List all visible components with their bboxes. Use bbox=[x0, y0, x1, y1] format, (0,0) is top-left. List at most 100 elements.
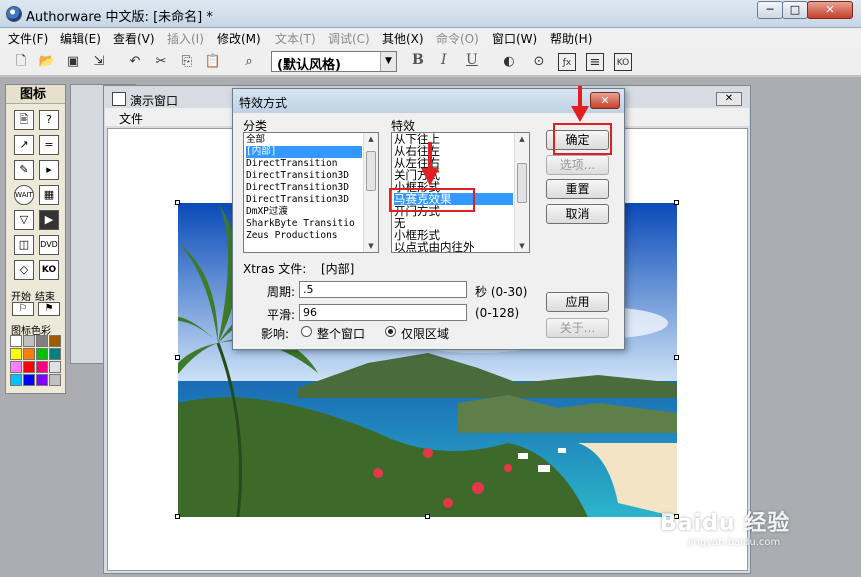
italic-button[interactable]: I bbox=[441, 52, 447, 68]
color-swatch[interactable] bbox=[10, 348, 22, 360]
list-item[interactable]: Zeus Productions bbox=[246, 230, 362, 242]
list-item[interactable]: DirectTransition3D bbox=[246, 182, 362, 194]
list-item[interactable]: DmXP过渡 bbox=[246, 206, 362, 218]
start-flag-icon[interactable]: ⚐ bbox=[12, 302, 34, 316]
scroll-down-icon[interactable]: ▼ bbox=[515, 240, 529, 252]
paste-icon[interactable]: 📋 bbox=[204, 53, 222, 71]
save-all-icon[interactable]: ▣ bbox=[64, 53, 82, 71]
variables-icon[interactable]: ≡ bbox=[586, 53, 604, 71]
copy-icon[interactable]: ⎘ bbox=[178, 53, 196, 71]
new-file-icon[interactable]: 🗋 bbox=[12, 53, 30, 71]
style-select[interactable]: (默认风格) ▼ bbox=[271, 51, 397, 73]
radio-area-only[interactable] bbox=[385, 326, 396, 337]
menu-insert[interactable]: 插入(I) bbox=[167, 30, 204, 47]
framework-icon[interactable]: ▦ bbox=[39, 185, 59, 205]
import-icon[interactable]: ⇲ bbox=[90, 53, 108, 71]
motion-icon[interactable]: ↗ bbox=[14, 135, 34, 155]
find-icon[interactable]: ⌕ bbox=[240, 53, 258, 71]
function-icon[interactable]: ƒx bbox=[558, 53, 576, 71]
calculation-icon[interactable]: = bbox=[39, 135, 59, 155]
color-swatch[interactable] bbox=[49, 361, 61, 373]
effect-scrollbar[interactable]: ▲ ▼ bbox=[514, 133, 529, 252]
resize-handle[interactable] bbox=[175, 514, 180, 519]
about-button[interactable]: 关于... bbox=[546, 318, 609, 338]
menu-debug[interactable]: 调试(C) bbox=[328, 30, 370, 47]
scroll-thumb[interactable] bbox=[517, 163, 527, 203]
control-panel-icon[interactable]: ⊙ bbox=[530, 53, 548, 71]
underline-button[interactable]: U bbox=[466, 52, 478, 68]
interaction-icon[interactable]: ? bbox=[39, 110, 59, 130]
list-item[interactable]: DirectTransition bbox=[246, 158, 362, 170]
map-icon[interactable]: ◫ bbox=[14, 235, 34, 255]
restart-icon[interactable]: ◐ bbox=[500, 53, 518, 71]
menu-text[interactable]: 文本(T) bbox=[275, 30, 316, 47]
navigate-icon[interactable]: ▸ bbox=[39, 160, 59, 180]
resize-handle[interactable] bbox=[674, 200, 679, 205]
menu-command[interactable]: 命令(O) bbox=[436, 30, 479, 47]
wait-icon[interactable]: WAIT bbox=[14, 185, 34, 205]
category-scrollbar[interactable]: ▲ ▼ bbox=[363, 133, 378, 252]
chevron-down-icon[interactable]: ▼ bbox=[380, 52, 396, 71]
close-button[interactable]: ✕ bbox=[807, 1, 853, 19]
bold-button[interactable]: B bbox=[412, 52, 424, 68]
color-swatch[interactable] bbox=[36, 374, 48, 386]
color-swatch[interactable] bbox=[10, 361, 22, 373]
radio-whole-window[interactable] bbox=[301, 326, 312, 337]
dvd-icon[interactable]: DVD bbox=[39, 235, 59, 255]
menu-other[interactable]: 其他(X) bbox=[382, 30, 424, 47]
radio-area-only-label[interactable]: 仅限区域 bbox=[401, 325, 449, 342]
list-item[interactable]: DirectTransition3D bbox=[246, 194, 362, 206]
undo-icon[interactable]: ↶ bbox=[126, 53, 144, 71]
sound-icon[interactable]: ◇ bbox=[14, 260, 34, 280]
color-swatch[interactable] bbox=[23, 374, 35, 386]
menu-file[interactable]: 文件(F) bbox=[8, 30, 48, 47]
list-item[interactable]: SharkByte Transitio bbox=[246, 218, 362, 230]
menu-modify[interactable]: 修改(M) bbox=[217, 30, 261, 47]
knowledge-object-icon[interactable]: KO bbox=[39, 260, 59, 280]
list-item[interactable]: DirectTransition3D bbox=[246, 170, 362, 182]
presentation-close-button[interactable]: ✕ bbox=[716, 92, 742, 106]
color-swatch[interactable] bbox=[10, 374, 22, 386]
menu-view[interactable]: 查看(V) bbox=[113, 30, 155, 47]
maximize-button[interactable]: □ bbox=[782, 1, 808, 19]
digital-movie-icon[interactable]: ▶ bbox=[39, 210, 59, 230]
scroll-down-icon[interactable]: ▼ bbox=[364, 240, 378, 252]
radio-whole-window-label[interactable]: 整个窗口 bbox=[317, 325, 365, 342]
category-list[interactable]: ▲ ▼ 全部 [内部] DirectTransition DirectTransiti… bbox=[243, 132, 379, 253]
end-flag-icon[interactable]: ⚑ bbox=[38, 302, 60, 316]
resize-handle[interactable] bbox=[175, 200, 180, 205]
erase-icon[interactable]: ✎ bbox=[14, 160, 34, 180]
minimize-button[interactable]: ─ bbox=[757, 1, 783, 19]
resize-handle[interactable] bbox=[425, 514, 430, 519]
menu-edit[interactable]: 编辑(E) bbox=[60, 30, 101, 47]
scroll-up-icon[interactable]: ▲ bbox=[515, 133, 529, 145]
color-swatch[interactable] bbox=[23, 361, 35, 373]
color-swatch[interactable] bbox=[36, 348, 48, 360]
scroll-thumb[interactable] bbox=[366, 151, 376, 191]
list-item[interactable]: 以点式由内往外 bbox=[394, 241, 513, 252]
color-swatch[interactable] bbox=[36, 361, 48, 373]
presentation-menu-file[interactable]: 文件 bbox=[119, 110, 143, 127]
cancel-button[interactable]: 取消 bbox=[546, 204, 609, 224]
color-swatch[interactable] bbox=[49, 335, 61, 347]
color-swatch[interactable] bbox=[49, 348, 61, 360]
knowledge-object-icon[interactable]: KO bbox=[614, 53, 632, 71]
color-swatch[interactable] bbox=[49, 374, 61, 386]
display-icon[interactable]: 🖹 bbox=[14, 110, 34, 130]
resize-handle[interactable] bbox=[674, 355, 679, 360]
color-swatch[interactable] bbox=[23, 335, 35, 347]
reset-button[interactable]: 重置 bbox=[546, 179, 609, 199]
menu-window[interactable]: 窗口(W) bbox=[492, 30, 537, 47]
smooth-input[interactable]: 96 bbox=[299, 304, 467, 321]
resize-handle[interactable] bbox=[175, 355, 180, 360]
apply-button[interactable]: 应用 bbox=[546, 292, 609, 312]
list-item[interactable]: 全部 bbox=[246, 134, 362, 146]
options-button[interactable]: 选项... bbox=[546, 155, 609, 175]
open-folder-icon[interactable]: 📂 bbox=[38, 53, 56, 71]
scroll-up-icon[interactable]: ▲ bbox=[364, 133, 378, 145]
menu-help[interactable]: 帮助(H) bbox=[550, 30, 592, 47]
color-swatch[interactable] bbox=[36, 335, 48, 347]
cut-icon[interactable]: ✂ bbox=[152, 53, 170, 71]
period-input[interactable]: .5 bbox=[299, 281, 467, 298]
decision-icon[interactable]: ▽ bbox=[14, 210, 34, 230]
